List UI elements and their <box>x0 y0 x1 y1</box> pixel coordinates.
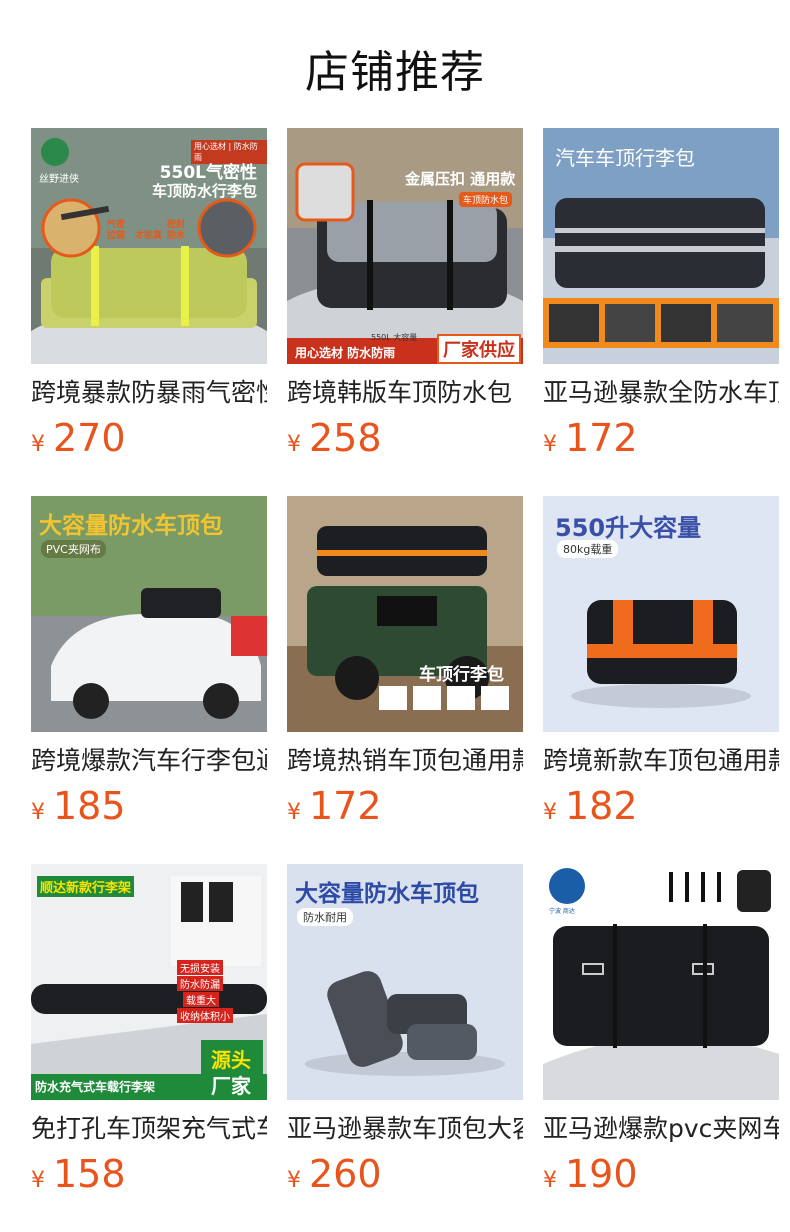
product-image[interactable]: 宁波 商达 <box>543 864 779 1100</box>
product-name[interactable]: 亚马逊暴款车顶包大容量 <box>287 1112 523 1146</box>
thumb-tag: 密封防水 <box>167 220 186 241</box>
product-image[interactable]: 丝野进侠 用心选材 | 防水防雨 550L气密性 车顶防水行李包 气密拉链 才能… <box>31 128 267 364</box>
product-name[interactable]: 亚马逊暴款全防水车顶包 <box>543 376 779 410</box>
product-price: ¥182 <box>543 786 779 834</box>
product-name[interactable]: 免打孔车顶架充气式车顶 <box>31 1112 267 1146</box>
product-card[interactable]: 车顶行李包 跨境热销车顶包通用款 ¥172 <box>287 496 523 834</box>
product-price: ¥270 <box>31 418 267 466</box>
thumb-headline: 顺达新款行李架 <box>37 876 135 897</box>
product-price: ¥185 <box>31 786 267 834</box>
product-image[interactable]: 汽车车顶行李包 <box>543 128 779 364</box>
price-value: 270 <box>53 416 126 460</box>
thumb-headline: 大容量防水车顶包 <box>39 513 223 539</box>
price-value: 190 <box>565 1152 638 1196</box>
thumb-sub: 防水耐用 <box>297 908 353 926</box>
price-value: 185 <box>53 784 126 828</box>
product-image[interactable]: 大容量防水车顶包 PVC夹网布 <box>31 496 267 732</box>
currency-symbol: ¥ <box>31 432 45 457</box>
product-price: ¥158 <box>31 1154 267 1202</box>
currency-symbol: ¥ <box>31 800 45 825</box>
thumb-headline: 汽车车顶行李包 <box>555 146 695 170</box>
product-image[interactable]: 550升大容量 80kg载重 <box>543 496 779 732</box>
product-image[interactable]: 顺达新款行李架 无损安装 防水防漏 载重大 收纳体积小 防水充气式车载行李架 源… <box>31 864 267 1100</box>
currency-symbol: ¥ <box>543 800 557 825</box>
product-price: ¥258 <box>287 418 523 466</box>
price-value: 260 <box>309 1152 382 1196</box>
product-card[interactable]: 顺达新款行李架 无损安装 防水防漏 载重大 收纳体积小 防水充气式车载行李架 源… <box>31 864 267 1202</box>
product-card[interactable]: 大容量防水车顶包 防水耐用 亚马逊暴款车顶包大容量 ¥260 <box>287 864 523 1202</box>
product-name[interactable]: 跨境热销车顶包通用款 <box>287 744 523 778</box>
thumb-banner: 用心选材 防水防雨 <box>295 346 396 360</box>
product-name[interactable]: 跨境新款车顶包通用款 <box>543 744 779 778</box>
currency-symbol: ¥ <box>287 800 301 825</box>
thumb-logo: 宁波 商达 <box>549 908 575 915</box>
thumb-sub: PVC夹网布 <box>41 540 106 558</box>
product-name[interactable]: 跨境爆款汽车行李包通用 <box>31 744 267 778</box>
thumb-headline: 550升大容量 <box>555 514 702 542</box>
price-value: 182 <box>565 784 638 828</box>
currency-symbol: ¥ <box>543 432 557 457</box>
price-value: 172 <box>565 416 638 460</box>
product-card[interactable]: 550升大容量 80kg载重 跨境新款车顶包通用款 ¥182 <box>543 496 779 834</box>
thumb-cap: 550L 大容量 <box>371 333 418 342</box>
thumb-headline: 金属压扣 通用款 <box>405 170 516 188</box>
currency-symbol: ¥ <box>543 1168 557 1193</box>
thumb-headline: 大容量防水车顶包 <box>295 881 479 907</box>
currency-symbol: ¥ <box>287 1168 301 1193</box>
product-price: ¥172 <box>287 786 523 834</box>
thumb-sub: 车顶防水行李包 <box>151 182 257 200</box>
product-price: ¥190 <box>543 1154 779 1202</box>
thumb-banner: 防水充气式车载行李架 <box>35 1080 156 1094</box>
thumb-badge: 厂家供应 <box>437 334 521 364</box>
currency-symbol: ¥ <box>31 1168 45 1193</box>
price-value: 172 <box>309 784 382 828</box>
product-image[interactable]: 大容量防水车顶包 防水耐用 <box>287 864 523 1100</box>
product-name[interactable]: 亚马逊爆款pvc夹网车顶包 <box>543 1112 779 1146</box>
product-name[interactable]: 跨境暴款防暴雨气密性车顶防水行李包 <box>31 376 267 410</box>
thumb-badge: 源头 <box>211 1048 251 1072</box>
product-card[interactable]: 大容量防水车顶包 PVC夹网布 跨境爆款汽车行李包通用 ¥185 <box>31 496 267 834</box>
product-image[interactable]: 车顶行李包 <box>287 496 523 732</box>
thumb-brand: 丝野进侠 <box>39 174 79 185</box>
product-image[interactable]: 金属压扣 通用款 车顶防水包 550L 大容量 用心选材 防水防雨 厂家供应 <box>287 128 523 364</box>
thumb-badge: 厂家 <box>211 1074 251 1098</box>
thumb-sub: 车顶防水包 <box>459 192 513 207</box>
thumb-feature: 载重大 <box>183 992 219 1007</box>
product-price: ¥172 <box>543 418 779 466</box>
product-name[interactable]: 跨境韩版车顶防水包 <box>287 376 523 410</box>
price-value: 158 <box>53 1152 126 1196</box>
product-card[interactable]: 宁波 商达 亚马逊爆款pvc夹网车顶包 ¥190 <box>543 864 779 1202</box>
thumb-headline: 车顶行李包 <box>419 665 504 685</box>
product-card[interactable]: 金属压扣 通用款 车顶防水包 550L 大容量 用心选材 防水防雨 厂家供应 跨… <box>287 128 523 466</box>
thumb-sub: 80kg载重 <box>557 540 619 558</box>
price-value: 258 <box>309 416 382 460</box>
thumb-feature: 收纳体积小 <box>177 1008 233 1023</box>
thumb-tag: 才能真 <box>135 231 163 241</box>
thumb-tag: 气密拉链 <box>107 220 126 241</box>
product-price: ¥260 <box>287 1154 523 1202</box>
product-card[interactable]: 丝野进侠 用心选材 | 防水防雨 550L气密性 车顶防水行李包 气密拉链 才能… <box>31 128 267 466</box>
currency-symbol: ¥ <box>287 432 301 457</box>
product-card[interactable]: 汽车车顶行李包 亚马逊暴款全防水车顶包 ¥172 <box>543 128 779 466</box>
thumb-feature: 防水防漏 <box>177 976 223 991</box>
page-title: 店铺推荐 <box>305 47 485 98</box>
thumb-feature: 无损安装 <box>177 960 223 975</box>
